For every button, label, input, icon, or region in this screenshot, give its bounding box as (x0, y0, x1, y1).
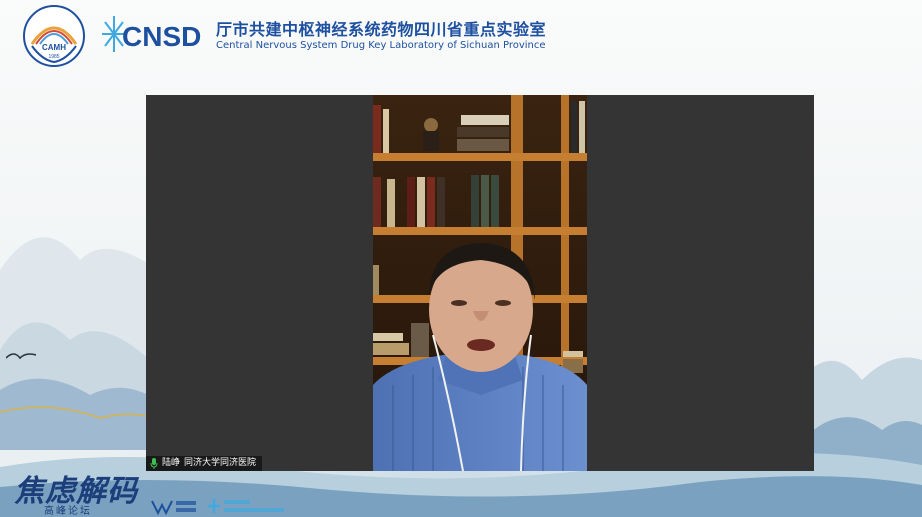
video-image (373, 95, 587, 471)
forum-subtitle: 高峰论坛 (44, 506, 92, 517)
participant-organization: 同济大学同济医院 (184, 458, 257, 468)
lab-title: 厅市共建中枢神经系统药物四川省重点实验室 (216, 20, 547, 39)
participant-name-tag: 陆峥 同济大学同济医院 (146, 456, 263, 471)
participant-video[interactable] (373, 95, 587, 471)
camh-logo-year: 1985 (48, 54, 59, 60)
cnsd-logo-text: CNSD (122, 21, 201, 52)
microphone-icon[interactable] (150, 458, 158, 469)
lab-subtitle: Central Nervous System Drug Key Laborato… (216, 40, 546, 51)
participant-name: 陆峥 (162, 458, 181, 468)
header: CAMH 1985 CNSD 厅市共建中枢神经系统药物四川省重点实验室 Cent… (0, 0, 922, 72)
cnsd-logo: CNSD (102, 16, 201, 52)
sponsor-logo (151, 500, 196, 515)
camh-logo-text: CAMH (42, 43, 66, 52)
partner-logo (208, 499, 284, 513)
bird-icon (6, 353, 36, 360)
camh-logo: CAMH 1985 (23, 5, 85, 67)
